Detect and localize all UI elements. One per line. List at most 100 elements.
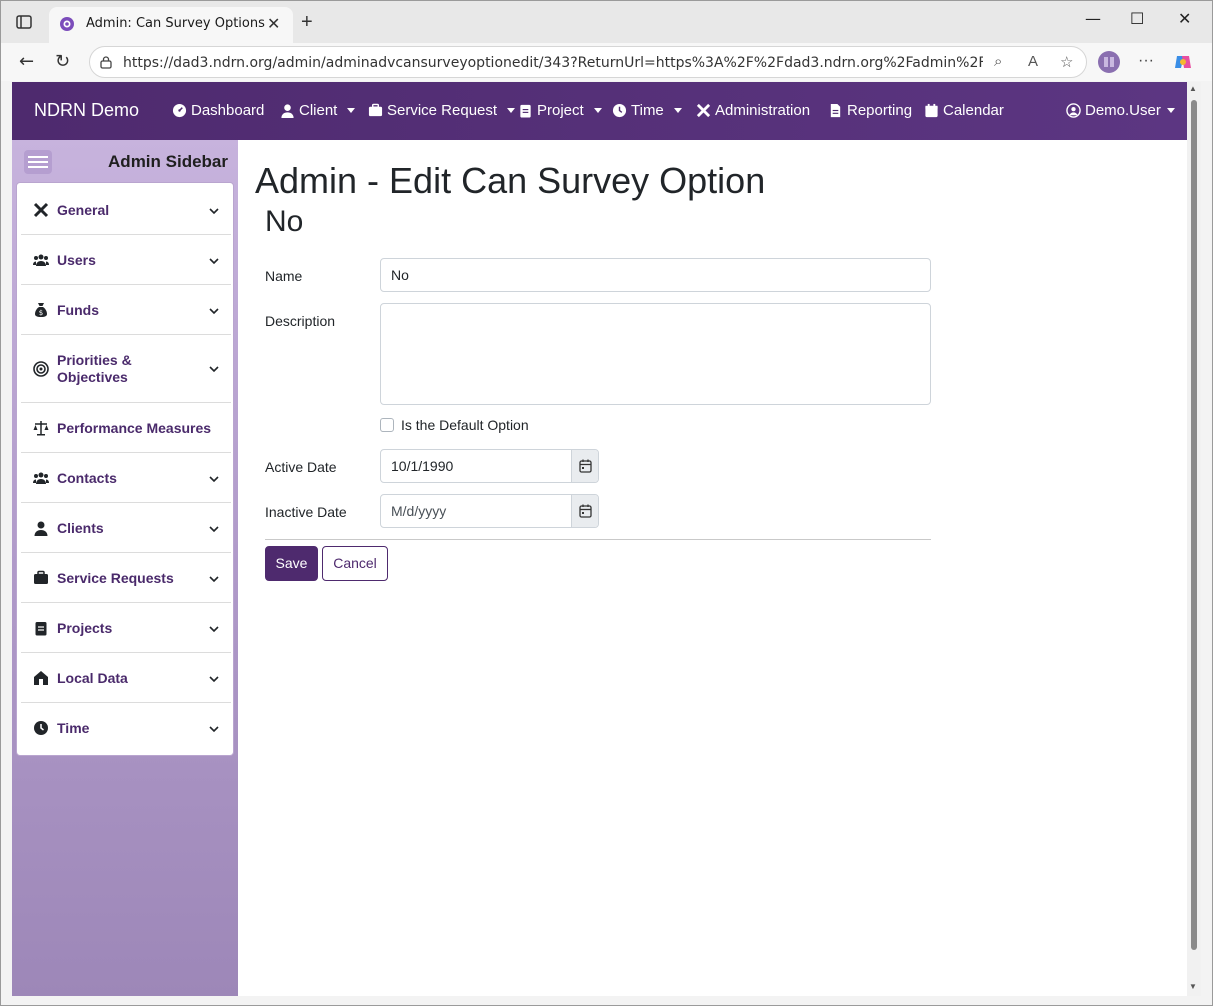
favorite-star-icon[interactable]: ☆ [1060, 53, 1073, 71]
sidebar-item-priorities[interactable]: Priorities & Objectives [21, 335, 231, 403]
sidebar-item-label: General [57, 202, 110, 218]
sidebar-item-label: Time [57, 720, 90, 736]
user-icon [34, 521, 48, 536]
chevron-down-icon [209, 208, 219, 215]
sidebar-item-users[interactable]: Users [21, 235, 231, 285]
nav-dashboard[interactable]: Dashboard [172, 102, 264, 119]
inactive-date-input[interactable]: M/d/yyyy [380, 494, 599, 528]
chevron-down-icon [1166, 108, 1175, 113]
more-options-icon[interactable]: ··· [1138, 52, 1154, 70]
inactive-date-picker-button[interactable] [571, 495, 598, 527]
description-label: Description [265, 313, 336, 329]
sidebar-item-local-data[interactable]: Local Data [21, 653, 231, 703]
nav-client[interactable]: Client [280, 102, 356, 119]
sidebar-item-service-requests[interactable]: Service Requests [21, 553, 231, 603]
nav-client-label: Client [299, 102, 338, 119]
nav-project-label: Project [537, 102, 584, 119]
sidebar-item-time[interactable]: Time [21, 703, 231, 753]
nav-calendar[interactable]: Calendar [924, 102, 1004, 119]
cancel-button[interactable]: Cancel [322, 546, 388, 581]
tools-icon [33, 202, 49, 218]
chevron-down-icon [209, 476, 219, 483]
sidebar-item-label: Service Requests [57, 570, 174, 586]
default-option-checkbox[interactable] [380, 418, 394, 432]
default-option-label[interactable]: Is the Default Option [401, 417, 529, 433]
clipboard-icon [35, 622, 47, 636]
calendar-icon [579, 459, 592, 473]
sidebar-title: Admin Sidebar [108, 152, 228, 171]
clipboard-icon [520, 104, 531, 118]
copilot-icon[interactable] [1173, 52, 1193, 72]
svg-text:$: $ [39, 309, 43, 317]
read-aloud-icon[interactable]: A [1028, 53, 1038, 70]
scroll-down-icon[interactable]: ▼ [1189, 982, 1197, 991]
nav-dashboard-label: Dashboard [191, 102, 265, 119]
sidebar-item-label: Priorities & Objectives [57, 352, 132, 385]
active-date-input[interactable]: 10/1/1990 [380, 449, 599, 483]
chevron-down-icon [593, 108, 602, 113]
brand-link[interactable]: NDRN Demo [34, 100, 139, 121]
chevron-down-icon [209, 676, 219, 683]
tab-active[interactable]: Admin: Can Survey Options ✕ [49, 7, 293, 43]
inactive-date-label: Inactive Date [265, 504, 347, 520]
nav-calendar-label: Calendar [943, 102, 1004, 119]
name-input[interactable]: No [380, 258, 931, 292]
chevron-down-icon [347, 108, 356, 113]
save-button[interactable]: Save [265, 546, 318, 581]
scroll-up-icon[interactable]: ▲ [1189, 84, 1197, 93]
nav-time[interactable]: Time [612, 102, 682, 119]
money-bag-icon: $ [35, 303, 47, 317]
chevron-down-icon [209, 258, 219, 265]
active-date-picker-button[interactable] [571, 450, 598, 482]
chevron-down-icon [209, 308, 219, 315]
nav-service-request[interactable]: Service Request [368, 102, 516, 119]
nav-administration[interactable]: Administration [696, 102, 810, 119]
scroll-thumb[interactable] [1191, 100, 1197, 950]
nav-project[interactable]: Project [518, 102, 602, 119]
sidebar-item-label: Projects [57, 620, 113, 636]
main-content: Admin - Edit Can Survey Option No Name N… [238, 140, 1187, 996]
sidebar-item-contacts[interactable]: Contacts [21, 453, 231, 503]
page-scrollbar[interactable]: ▲ ▼ [1187, 82, 1201, 996]
sidebar-header: Admin Sidebar [12, 140, 238, 182]
sidebar-item-general[interactable]: General [21, 185, 231, 235]
minimize-icon[interactable]: — [1085, 9, 1101, 28]
nav-time-label: Time [631, 102, 664, 119]
nav-service-request-label: Service Request [387, 102, 498, 119]
refresh-icon[interactable]: ↻ [55, 51, 70, 72]
maximize-icon[interactable]: ☐ [1130, 9, 1144, 28]
tab-close-icon[interactable]: ✕ [267, 14, 280, 34]
chevron-down-icon [209, 726, 219, 733]
lock-icon[interactable] [99, 55, 113, 69]
window-close-icon[interactable]: ✕ [1178, 9, 1191, 28]
sidebar-item-label: Users [57, 252, 96, 268]
chevron-down-icon [209, 626, 219, 633]
browser-window: Admin: Can Survey Options ✕ + — ☐ ✕ ← ↻ … [0, 0, 1213, 1006]
hamburger-menu-icon[interactable] [24, 150, 52, 174]
new-tab-icon[interactable]: + [301, 11, 313, 34]
users-icon [33, 472, 49, 484]
user-circle-icon [1066, 103, 1081, 118]
users-icon [33, 254, 49, 266]
description-textarea[interactable] [380, 303, 931, 405]
nav-reporting[interactable]: Reporting [828, 102, 912, 119]
name-label: Name [265, 268, 303, 284]
sidebar-item-funds[interactable]: $ Funds [21, 285, 231, 335]
chevron-down-icon [209, 576, 219, 583]
briefcase-icon [368, 103, 383, 117]
clock-icon [612, 103, 627, 118]
calendar-icon [925, 103, 938, 118]
user-icon [281, 104, 294, 118]
address-bar[interactable]: https://dad3.ndrn.org/admin/adminadvcans… [89, 46, 1087, 78]
calendar-icon [579, 504, 592, 518]
chevron-down-icon [507, 108, 516, 113]
tab-actions-icon[interactable] [15, 13, 33, 31]
sidebar-item-projects[interactable]: Projects [21, 603, 231, 653]
sidebar-item-clients[interactable]: Clients [21, 503, 231, 553]
sidebar-item-performance-measures[interactable]: Performance Measures [21, 403, 231, 453]
user-menu[interactable]: Demo.User [1066, 102, 1175, 119]
record-subtitle: No [265, 205, 304, 238]
zoom-icon[interactable]: ⌕ [994, 53, 1002, 70]
profile-avatar-icon[interactable] [1098, 51, 1120, 73]
back-icon[interactable]: ← [19, 51, 34, 72]
